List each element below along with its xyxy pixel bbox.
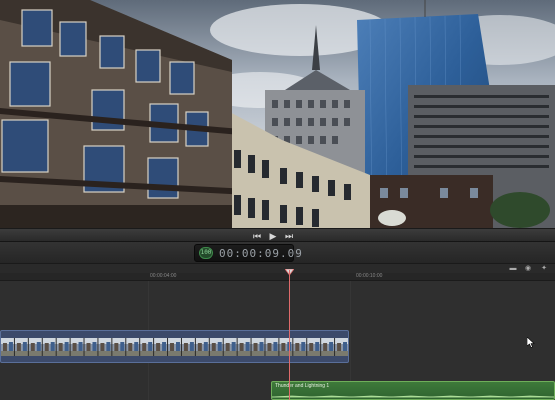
skip-forward-icon[interactable]: ⏭ — [281, 230, 297, 242]
video-clip[interactable] — [0, 330, 349, 363]
timecode-value: 00:00:09.09 — [219, 247, 303, 260]
ruler-label: 00:00:04:00 — [150, 273, 177, 279]
audio-skimming-icon[interactable]: ◉ — [523, 264, 533, 273]
transport-controls: ⏮ ▶ ⏭ — [0, 228, 555, 242]
timeline-toolbar: ▬ ◉ ✦ — [0, 264, 555, 273]
audio-clip[interactable]: Thunder and Lightning 1 — [271, 381, 555, 400]
timeline-tracks[interactable]: Thunder and Lightning 1 — [0, 281, 555, 400]
timecode-display[interactable]: 100 00:00:09.09 — [194, 244, 302, 262]
playhead[interactable] — [289, 270, 290, 400]
clip-appearance-icon[interactable]: ▬ — [508, 264, 518, 273]
timeline: ▬ ◉ ✦ 00:00:04:00 00:00:10:00 Thunder an… — [0, 264, 555, 400]
skip-back-icon[interactable]: ⏮ — [249, 230, 265, 242]
play-icon[interactable]: ▶ — [265, 230, 281, 242]
audio-waveform — [272, 395, 554, 398]
snapping-icon[interactable]: ✦ — [539, 264, 549, 273]
filmstrip-thumbnails — [1, 338, 348, 356]
ruler-label: 00:00:10:00 — [356, 273, 383, 279]
timeline-ruler[interactable]: 00:00:04:00 00:00:10:00 — [0, 273, 555, 281]
timecode-bar: 100 00:00:09.09 — [0, 242, 555, 264]
viewer-frame-image — [0, 0, 555, 228]
timecode-percent-badge: 100 — [199, 247, 213, 259]
video-viewer — [0, 0, 555, 228]
mouse-pointer-icon — [527, 337, 535, 348]
